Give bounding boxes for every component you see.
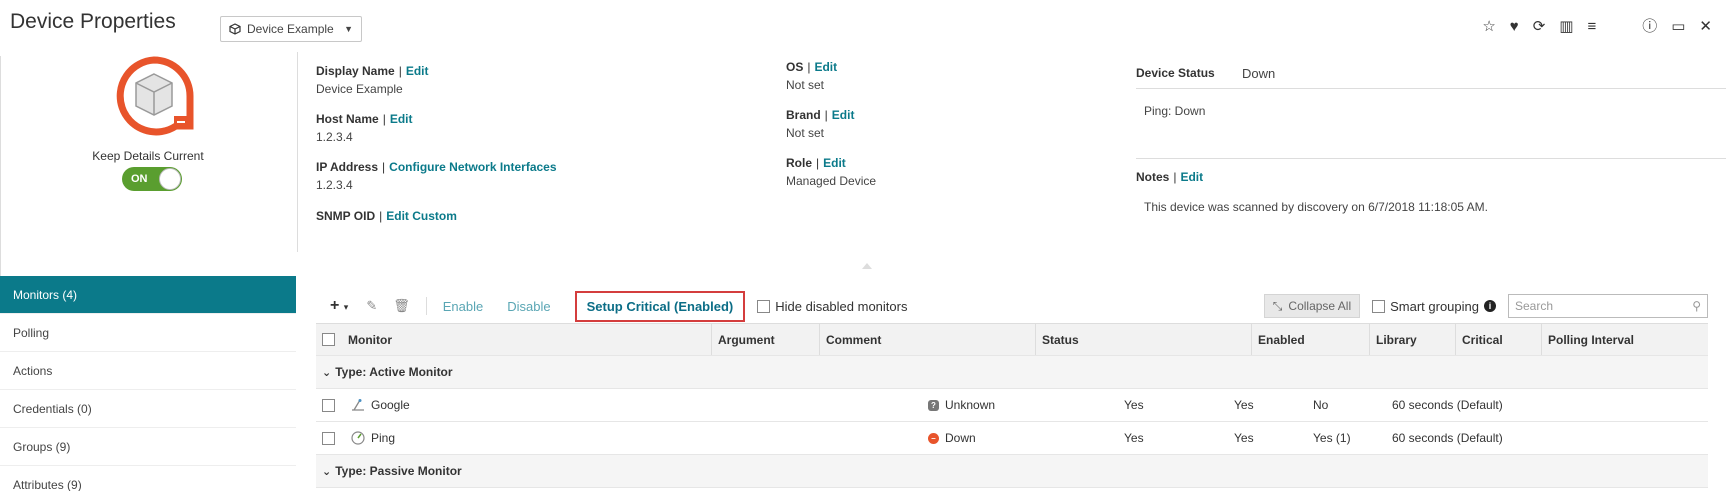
setup-critical-button[interactable]: Setup Critical (Enabled) [574,290,746,322]
toolbar-right: ⤡ Collapse All Smart grouping i Search ⚲ [1263,291,1708,321]
monitors-toolbar: + ▾ ✎ 🗑 Enable Disable Setup Critical (E… [316,290,1708,322]
monitor-name: Google [371,398,410,412]
hide-disabled-checkbox[interactable] [757,299,771,313]
collapse-details-icon[interactable] [862,263,872,269]
refresh-icon[interactable]: ⟳ [1533,18,1546,36]
sidebar-item-attributes[interactable]: Attributes (9) [0,466,296,491]
notes-header: Notes | Edit [1136,170,1204,184]
prop-role: Role | Edit Managed Device [786,156,877,188]
http-icon [352,399,364,411]
status-down-icon: – [928,432,939,444]
sidebar-item-credentials[interactable]: Credentials (0) [0,390,296,428]
pencil-icon[interactable]: ✎ [366,298,377,314]
group-header-passive[interactable]: ⌄ Type: Passive Monitor [316,455,1708,488]
notes-text: This device was scanned by discovery on … [1144,200,1488,214]
hide-disabled-option[interactable]: Hide disabled monitors [757,299,907,314]
select-all-checkbox[interactable] [322,333,335,346]
col-library[interactable]: Library [1370,324,1456,355]
cube-icon [229,23,241,35]
edit-custom-link[interactable]: Edit Custom [386,209,457,223]
table-row[interactable]: Ping – Down Yes Yes Yes (1) 60 seconds (D… [316,422,1708,455]
smart-grouping-checkbox[interactable] [1372,299,1386,313]
sidebar: Monitors (4) Polling Actions Credentials… [0,276,296,491]
menu-list-icon[interactable]: ≡ [1587,18,1596,36]
chevron-down-icon: ⌄ [322,366,332,379]
help-icon[interactable]: ⓘ [1642,18,1657,36]
row-checkbox[interactable] [322,398,335,412]
edit-host-name-link[interactable]: Edit [390,112,413,126]
col-critical[interactable]: Critical [1456,324,1542,355]
chevron-down-icon: ▼ [344,24,353,34]
library-icon[interactable]: ▥ [1559,18,1573,36]
sidebar-item-groups[interactable]: Groups (9) [0,428,296,466]
device-select[interactable]: Device Example ▼ [220,16,362,42]
monitors-table: Monitor Argument Comment Status Enabled … [316,323,1708,488]
prop-host-name: Host Name | Edit 1.2.3.4 [316,112,413,144]
collapse-all-button[interactable]: ⤡ Collapse All [1263,294,1361,318]
toggle-knob [159,168,181,190]
device-status-value: Down [1242,66,1276,81]
collapse-arrows-icon: ⤡ [1272,298,1283,313]
trash-icon[interactable]: 🗑 [393,298,410,314]
device-down-icon [116,56,194,136]
device-select-value: Device Example [247,22,334,36]
keep-details-toggle[interactable]: ON [122,167,182,191]
search-placeholder: Search [1515,299,1554,313]
col-argument[interactable]: Argument [712,324,820,355]
edit-notes-link[interactable]: Edit [1180,170,1203,184]
col-polling-interval[interactable]: Polling Interval [1542,324,1708,355]
col-status[interactable]: Status [1036,324,1252,355]
prop-ip-address: IP Address | Configure Network Interfaces … [316,160,557,192]
heart-pulse-icon[interactable]: ♥ [1510,18,1519,36]
group-header-active[interactable]: ⌄ Type: Active Monitor [316,356,1708,389]
add-monitor-button[interactable]: + ▾ [330,297,348,315]
edit-role-link[interactable]: Edit [823,156,846,170]
prop-brand: Brand | Edit Not set [786,108,855,140]
sidebar-item-actions[interactable]: Actions [0,352,296,390]
chevron-down-icon: ▾ [343,302,349,312]
sidebar-item-monitors[interactable]: Monitors (4) [0,276,296,314]
page-title: Device Properties [10,10,176,33]
prop-display-name: Display Name | Edit Device Example [316,64,429,96]
star-icon[interactable]: ☆ [1482,18,1495,36]
close-icon[interactable]: ✕ [1699,18,1712,36]
status-unknown-icon: ? [928,399,939,411]
sidebar-item-polling[interactable]: Polling [0,314,296,352]
hide-disabled-label: Hide disabled monitors [775,298,908,314]
device-card: Keep Details Current ON [0,50,296,275]
search-icon[interactable]: ⚲ [1692,299,1701,313]
smart-grouping-option[interactable]: Smart grouping i [1372,299,1496,314]
table-header: Monitor Argument Comment Status Enabled … [316,323,1708,356]
smart-grouping-label: Smart grouping [1390,298,1479,314]
col-monitor[interactable]: Monitor [342,324,712,355]
keep-details-label: Keep Details Current [92,149,204,163]
edit-brand-link[interactable]: Edit [832,108,855,122]
edit-display-name-link[interactable]: Edit [406,64,429,78]
maximize-icon[interactable]: ▭ [1671,18,1685,36]
chevron-down-icon: ⌄ [322,465,332,478]
ping-status: Ping: Down [1144,104,1206,118]
edit-os-link[interactable]: Edit [814,60,837,74]
search-input[interactable]: Search ⚲ [1508,294,1708,318]
plus-icon: + [330,297,340,314]
col-enabled[interactable]: Enabled [1252,324,1370,355]
configure-network-interfaces-link[interactable]: Configure Network Interfaces [389,160,556,174]
enable-button[interactable]: Enable [443,299,483,314]
row-checkbox[interactable] [322,431,335,445]
table-row[interactable]: Google ? Unknown Yes Yes No 60 seconds (D… [316,389,1708,422]
disable-button[interactable]: Disable [507,299,550,314]
col-comment[interactable]: Comment [820,324,1036,355]
monitor-name: Ping [371,431,396,445]
prop-os: OS | Edit Not set [786,60,838,92]
device-status-label: Device Status [1136,66,1215,80]
info-icon[interactable]: i [1484,300,1496,312]
toggle-label: ON [131,173,148,185]
ping-icon [351,431,365,445]
prop-snmp-oid: SNMP OID | Edit Custom [316,209,457,223]
header-actions: ☆ ♥ ⟳ ▥ ≡ ⓘ ▭ ✕ [1482,18,1712,36]
